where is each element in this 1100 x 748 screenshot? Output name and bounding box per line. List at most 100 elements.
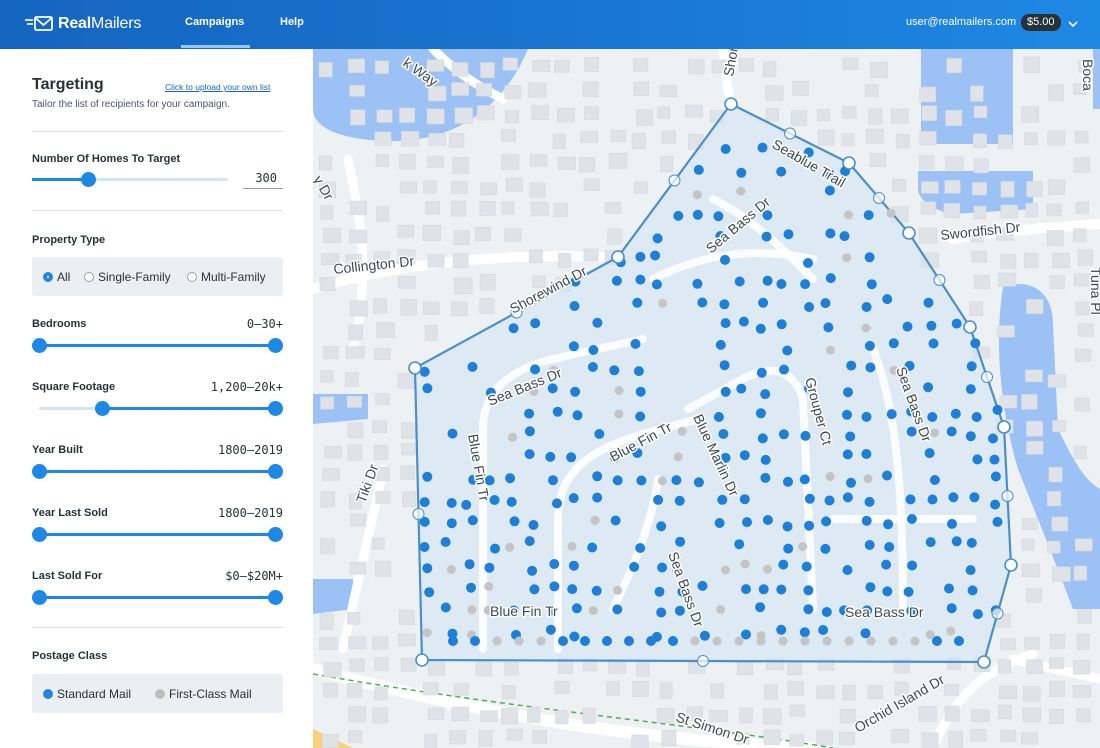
range-max-handle[interactable]: [267, 527, 283, 542]
excluded-home-marker[interactable]: [673, 452, 683, 462]
selected-home-marker[interactable]: [717, 494, 728, 505]
selected-home-marker[interactable]: [592, 492, 603, 503]
selected-home-marker[interactable]: [757, 142, 768, 153]
selected-home-marker[interactable]: [734, 276, 745, 287]
selected-home-marker[interactable]: [588, 345, 599, 355]
excluded-home-marker[interactable]: [844, 636, 854, 646]
selected-home-marker[interactable]: [803, 258, 813, 268]
polygon-vertex-handle[interactable]: [415, 653, 429, 667]
selected-home-marker[interactable]: [484, 562, 495, 573]
selected-home-marker[interactable]: [863, 210, 874, 221]
property-type-single-family-radio[interactable]: Single-Family: [84, 270, 171, 284]
polygon-midpoint-handle[interactable]: [784, 127, 796, 140]
selected-home-marker[interactable]: [635, 543, 646, 553]
excluded-home-marker[interactable]: [467, 605, 477, 615]
selected-home-marker[interactable]: [440, 602, 451, 613]
selected-home-marker[interactable]: [422, 383, 433, 394]
slider-handle[interactable]: [81, 172, 97, 187]
selected-home-marker[interactable]: [951, 536, 962, 547]
selected-home-marker[interactable]: [424, 587, 435, 598]
selected-home-marker[interactable]: [861, 302, 872, 312]
selected-home-marker[interactable]: [720, 254, 730, 265]
selected-home-marker[interactable]: [524, 426, 535, 437]
selected-home-marker[interactable]: [697, 297, 708, 308]
excluded-home-marker[interactable]: [492, 636, 502, 646]
selected-home-marker[interactable]: [530, 318, 541, 329]
selected-home-marker[interactable]: [592, 471, 603, 482]
selected-home-marker[interactable]: [866, 279, 877, 290]
selected-home-marker[interactable]: [467, 515, 478, 526]
selected-home-marker[interactable]: [673, 210, 684, 221]
selected-home-marker[interactable]: [552, 406, 563, 417]
selected-home-marker[interactable]: [591, 585, 602, 596]
selected-home-marker[interactable]: [635, 274, 646, 285]
selected-home-marker[interactable]: [548, 475, 558, 486]
selected-home-marker[interactable]: [864, 496, 875, 507]
range-min-handle[interactable]: [31, 527, 47, 542]
excluded-home-marker[interactable]: [763, 564, 772, 574]
selected-home-marker[interactable]: [464, 559, 475, 570]
selected-home-marker[interactable]: [720, 386, 731, 397]
selected-home-marker[interactable]: [965, 431, 976, 442]
selected-home-marker[interactable]: [624, 636, 634, 646]
selected-home-marker[interactable]: [545, 624, 556, 635]
selected-home-marker[interactable]: [861, 411, 872, 422]
selected-home-marker[interactable]: [571, 603, 582, 614]
selected-home-marker[interactable]: [951, 318, 962, 329]
selected-home-marker[interactable]: [882, 586, 893, 597]
polygon-vertex-handle[interactable]: [902, 226, 916, 240]
selected-home-marker[interactable]: [970, 338, 981, 349]
selected-home-marker[interactable]: [715, 339, 726, 350]
selected-home-marker[interactable]: [651, 279, 662, 290]
selected-home-marker[interactable]: [568, 493, 579, 504]
excluded-home-marker[interactable]: [866, 636, 876, 646]
selected-home-marker[interactable]: [609, 365, 620, 376]
selected-home-marker[interactable]: [419, 497, 430, 508]
selected-home-marker[interactable]: [612, 475, 623, 486]
selected-home-marker[interactable]: [801, 561, 812, 572]
selected-home-marker[interactable]: [929, 475, 940, 485]
polygon-midpoint-handle[interactable]: [412, 508, 425, 520]
selected-home-marker[interactable]: [446, 498, 457, 508]
targeting-map[interactable]: Seablue Trail Swordfish Dr Collington Dr…: [313, 49, 1100, 748]
selected-home-marker[interactable]: [989, 454, 1000, 465]
selected-home-marker[interactable]: [950, 408, 961, 419]
selected-home-marker[interactable]: [861, 515, 872, 526]
selected-home-marker[interactable]: [865, 362, 876, 373]
polygon-vertex-handle[interactable]: [842, 156, 856, 170]
selected-home-marker[interactable]: [734, 539, 745, 550]
selected-home-marker[interactable]: [818, 625, 829, 635]
selected-home-marker[interactable]: [783, 476, 793, 487]
selected-home-marker[interactable]: [569, 301, 580, 311]
selected-home-marker[interactable]: [823, 322, 834, 333]
selected-home-marker[interactable]: [760, 472, 771, 483]
map-canvas[interactable]: Seablue Trail Swordfish Dr Collington Dr…: [313, 49, 1100, 748]
selected-home-marker[interactable]: [758, 584, 769, 595]
selected-home-marker[interactable]: [799, 627, 810, 638]
selected-home-marker[interactable]: [587, 362, 598, 372]
selected-home-marker[interactable]: [946, 603, 957, 614]
excluded-home-marker[interactable]: [863, 474, 873, 484]
excluded-home-marker[interactable]: [536, 636, 546, 646]
selected-home-marker[interactable]: [804, 493, 815, 504]
selected-home-marker[interactable]: [821, 516, 832, 527]
selected-home-marker[interactable]: [549, 581, 560, 592]
polygon-vertex-handle[interactable]: [408, 361, 422, 375]
selected-home-marker[interactable]: [524, 408, 535, 419]
selected-home-marker[interactable]: [988, 433, 998, 444]
last-sold-for-range-slider[interactable]: [31, 589, 283, 605]
homes-slider[interactable]: [32, 171, 228, 187]
range-max-handle[interactable]: [267, 338, 283, 353]
selected-home-marker[interactable]: [824, 185, 835, 196]
year-last-sold-range-slider[interactable]: [31, 526, 283, 542]
selected-home-marker[interactable]: [946, 426, 957, 437]
excluded-home-marker[interactable]: [825, 471, 835, 481]
selected-home-marker[interactable]: [932, 636, 942, 646]
bedrooms-range-slider[interactable]: [31, 337, 283, 353]
polygon-midpoint-handle[interactable]: [697, 655, 709, 667]
selected-home-marker[interactable]: [635, 411, 646, 422]
selected-home-marker[interactable]: [447, 428, 458, 439]
excluded-home-marker[interactable]: [446, 564, 456, 574]
selected-home-marker[interactable]: [470, 636, 480, 646]
excluded-home-marker[interactable]: [677, 426, 687, 436]
